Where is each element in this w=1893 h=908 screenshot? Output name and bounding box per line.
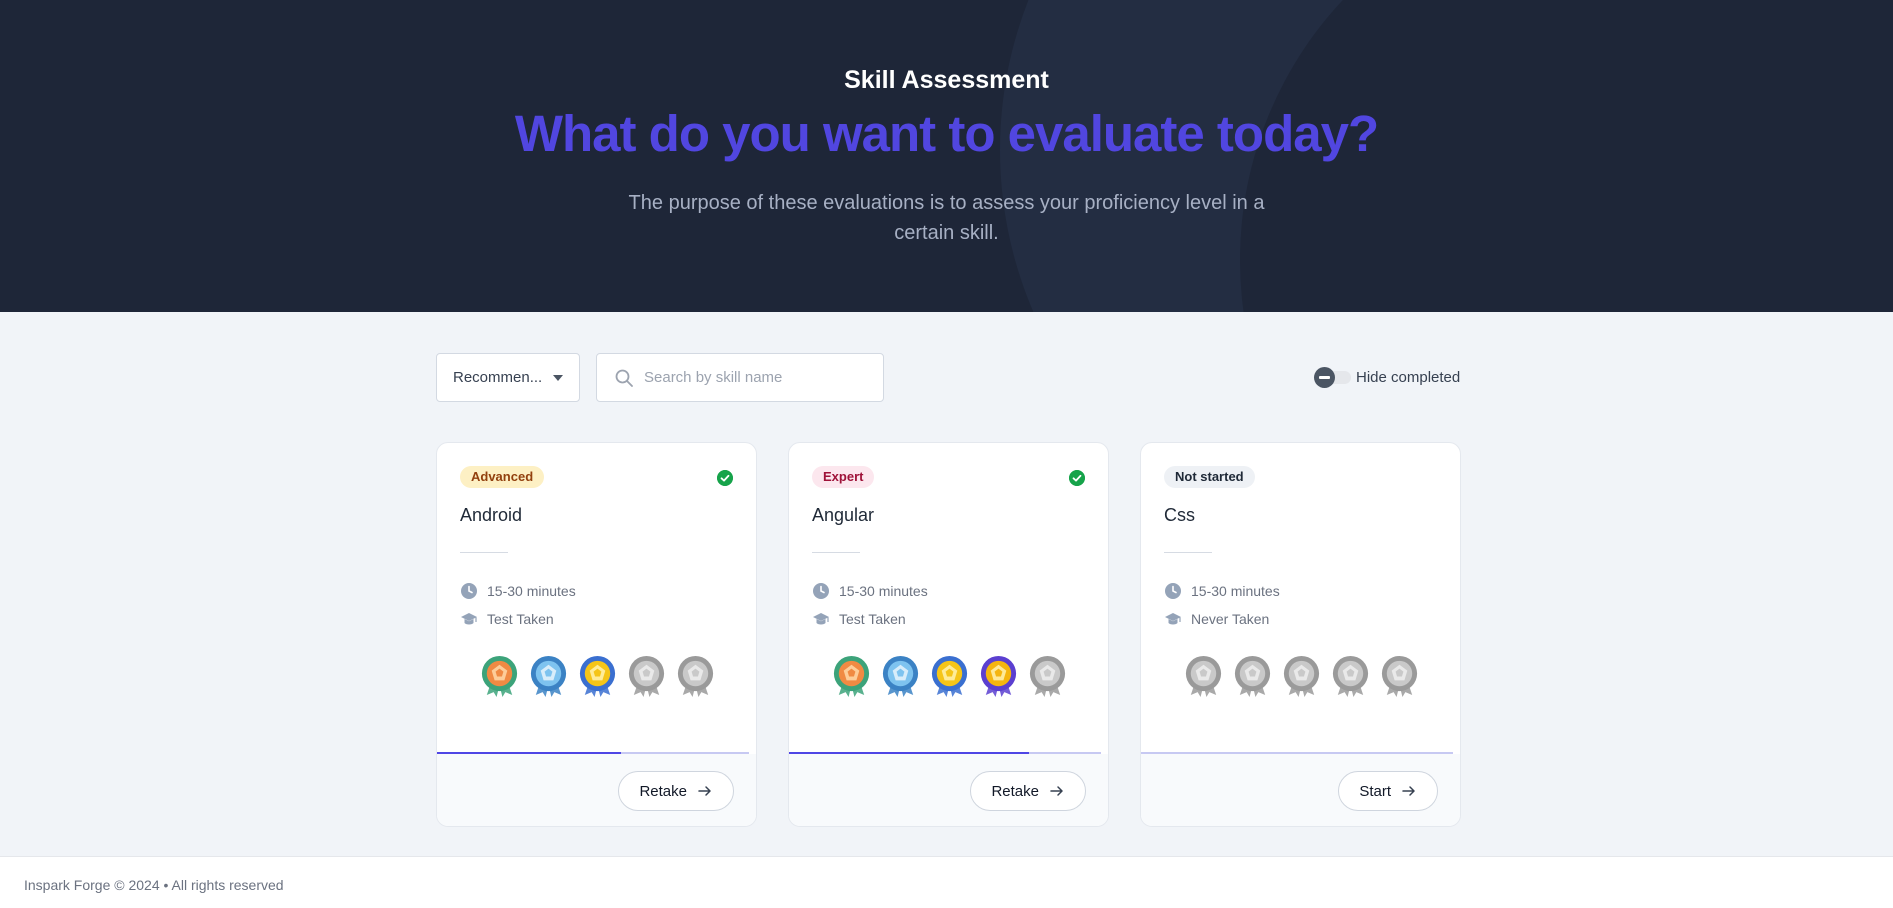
medal-bronze-icon <box>833 655 870 697</box>
test-status-row: Test Taken <box>460 610 554 628</box>
arrow-right-icon <box>1050 786 1063 796</box>
card-body: Expert Angular 15-30 minutes Test Taken <box>789 443 1108 754</box>
clock-icon <box>813 583 829 599</box>
action-label: Retake <box>639 782 687 800</box>
footer: Inspark Forge © 2024 • All rights reserv… <box>0 856 1893 908</box>
search-box <box>596 353 884 402</box>
start-button[interactable]: Start <box>1338 771 1438 811</box>
card-title: Css <box>1164 505 1195 525</box>
medal-silver-icon <box>882 655 919 697</box>
medal-locked-icon <box>1381 655 1418 697</box>
card-body: Not started Css 15-30 minutes Never Taken <box>1141 443 1460 754</box>
duration-text: 15-30 minutes <box>1191 583 1280 599</box>
medal-gold-icon <box>579 655 616 697</box>
test-status-text: Test Taken <box>839 611 906 627</box>
medal-locked-icon <box>628 655 665 697</box>
medal-locked-icon <box>677 655 714 697</box>
medal-locked-icon <box>1332 655 1369 697</box>
card-title: Angular <box>812 505 875 525</box>
search-icon <box>615 369 633 387</box>
medal-locked-icon <box>1283 655 1320 697</box>
card-footer: Start <box>1141 754 1460 826</box>
skill-card-angular: Expert Angular 15-30 minutes Test Taken Reta… <box>788 442 1109 827</box>
footer-copyright: Inspark Forge © 2024 • All rights reserv… <box>24 877 284 893</box>
medal-locked-icon <box>1029 655 1066 697</box>
arrow-right-icon <box>698 786 711 796</box>
achievement-medals <box>789 654 1108 697</box>
hero-description: The purpose of these evaluations is to a… <box>628 192 1265 244</box>
medal-gold-icon <box>931 655 968 697</box>
level-badge: Expert <box>812 466 875 488</box>
retake-button[interactable]: Retake <box>970 771 1086 811</box>
duration-row: 15-30 minutes <box>812 582 928 600</box>
chevron-down-icon <box>553 375 563 381</box>
medal-platinum-icon <box>980 655 1017 697</box>
arrow-right-icon <box>1402 786 1415 796</box>
completed-check-icon <box>717 470 733 486</box>
card-title: Android <box>460 505 523 525</box>
duration-text: 15-30 minutes <box>487 583 576 599</box>
test-status-row: Test Taken <box>812 610 906 628</box>
card-divider <box>460 552 508 553</box>
toggle-thumb <box>1314 367 1335 388</box>
test-status-text: Never Taken <box>1191 611 1270 627</box>
level-badge: Advanced <box>460 466 545 488</box>
graduation-cap-icon <box>461 613 477 625</box>
action-label: Start <box>1359 782 1391 800</box>
graduation-cap-icon <box>1165 613 1181 625</box>
retake-button[interactable]: Retake <box>618 771 734 811</box>
completed-check-icon <box>1069 470 1085 486</box>
duration-row: 15-30 minutes <box>1164 582 1280 600</box>
medal-bronze-icon <box>481 655 518 697</box>
duration-text: 15-30 minutes <box>839 583 928 599</box>
achievement-medals <box>437 654 756 697</box>
action-label: Retake <box>991 782 1039 800</box>
hero-kicker: Skill Assessment <box>844 66 1049 94</box>
hero-banner: Skill Assessment What do you want to eva… <box>0 0 1893 312</box>
hide-completed-label: Hide completed <box>1356 368 1461 386</box>
skill-card-android: Advanced Android 15-30 minutes Test Taken Re… <box>436 442 757 827</box>
card-divider <box>1164 552 1212 553</box>
toggle-switch[interactable] <box>1314 366 1351 388</box>
card-divider <box>812 552 860 553</box>
clock-icon <box>1165 583 1181 599</box>
duration-row: 15-30 minutes <box>460 582 576 600</box>
medal-silver-icon <box>530 655 567 697</box>
clock-icon <box>461 583 477 599</box>
level-badge: Not started <box>1164 466 1255 488</box>
card-footer: Retake <box>437 754 756 826</box>
card-body: Advanced Android 15-30 minutes Test Taken <box>437 443 756 754</box>
hide-completed-toggle[interactable]: Hide completed <box>1314 366 1460 388</box>
page-title: What do you want to evaluate today? <box>514 105 1379 162</box>
medal-locked-icon <box>1234 655 1271 697</box>
sort-dropdown-value: Recommen... <box>453 369 543 386</box>
medal-locked-icon <box>1185 655 1222 697</box>
card-footer: Retake <box>789 754 1108 826</box>
test-status-row: Never Taken <box>1164 610 1269 628</box>
sort-dropdown[interactable]: Recommen... <box>436 353 580 402</box>
skill-card-css: Not started Css 15-30 minutes Never Taken St… <box>1140 442 1461 827</box>
test-status-text: Test Taken <box>487 611 554 627</box>
search-input[interactable] <box>644 357 883 398</box>
achievement-medals <box>1141 654 1460 697</box>
graduation-cap-icon <box>813 613 829 625</box>
